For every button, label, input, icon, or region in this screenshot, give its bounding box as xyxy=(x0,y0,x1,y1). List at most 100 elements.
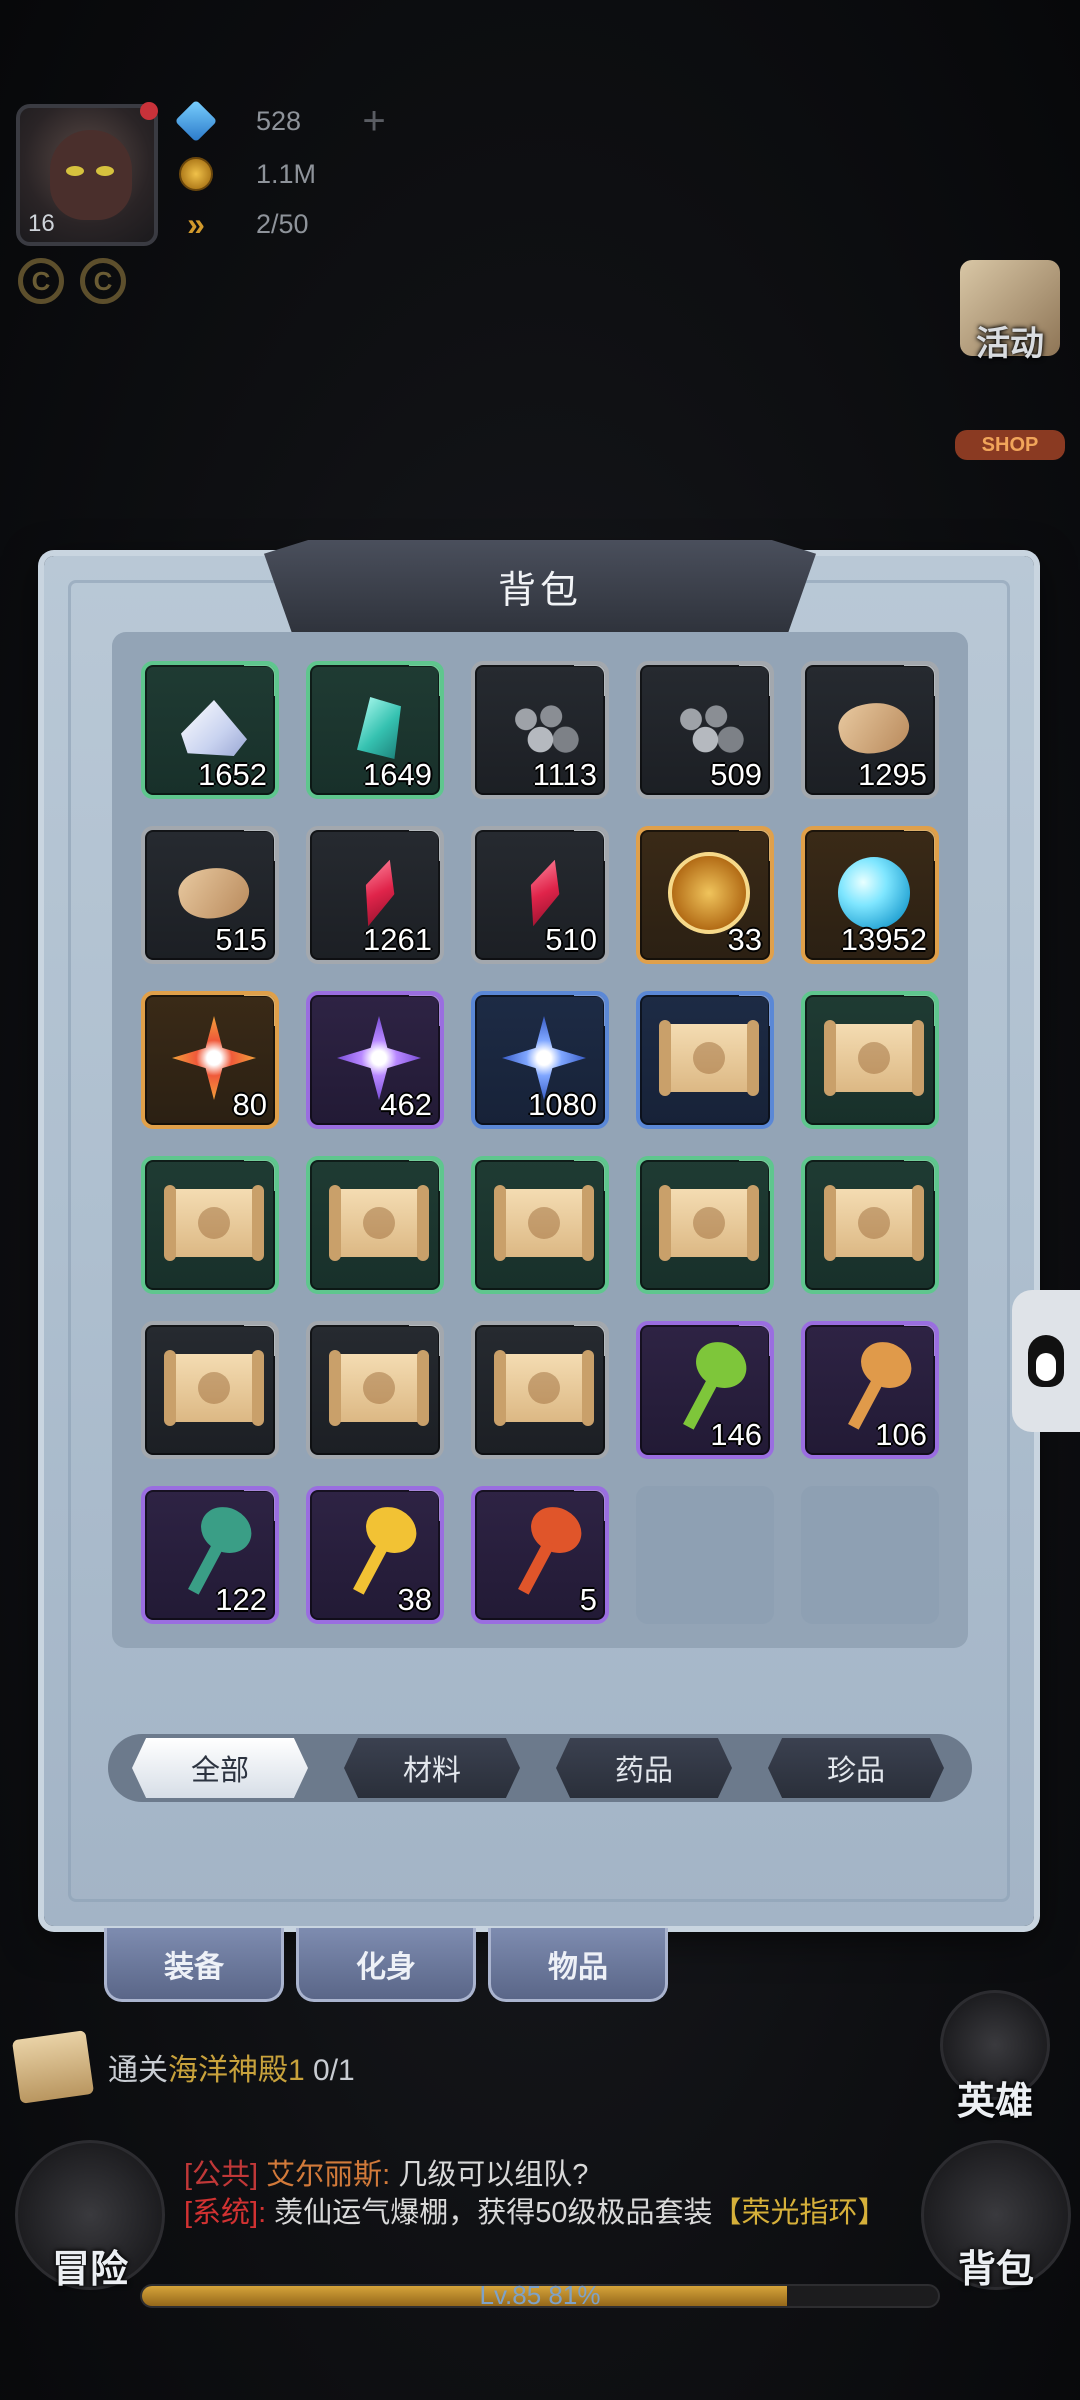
chat-channel-tag: [公共] xyxy=(184,2159,259,2191)
player-avatar[interactable]: 16 xyxy=(16,104,158,246)
chat-item-link[interactable]: 【荣光指环】 xyxy=(713,2197,887,2229)
gear-icon[interactable]: C xyxy=(18,258,64,304)
item-slot[interactable]: 122 xyxy=(141,1486,279,1624)
item-slot[interactable] xyxy=(471,1156,609,1294)
hero-label: 英雄 xyxy=(956,2081,1033,2123)
quest-progress: 0/1 xyxy=(304,2054,355,2087)
avatar-eye xyxy=(96,166,114,176)
item-slot[interactable]: 1080 xyxy=(471,991,609,1129)
gold-count: 1.1M xyxy=(256,158,317,189)
chat-box[interactable]: [公共] 艾尔丽斯: 几级可以组队? [系统]: 羡仙运气爆棚，获得50级极品套… xyxy=(184,2156,904,2232)
item-count: 13952 xyxy=(840,922,927,957)
item-slot[interactable] xyxy=(141,1321,279,1459)
tab-materials[interactable]: 材料 xyxy=(344,1738,520,1798)
player-level: 16 xyxy=(28,210,55,237)
chat-separator: : xyxy=(258,2197,267,2229)
item-count: 509 xyxy=(710,757,762,792)
quest-scroll-icon xyxy=(11,2030,95,2104)
activity-button[interactable]: 活动 xyxy=(950,260,1070,365)
item-slot[interactable]: 80 xyxy=(141,991,279,1129)
avatar-portrait xyxy=(50,130,132,220)
scroll-icon xyxy=(164,1174,264,1272)
item-slot[interactable]: 5 xyxy=(471,1486,609,1624)
bag-button[interactable]: 背包 xyxy=(916,2140,1076,2293)
quest-target: 海洋神殿1 xyxy=(168,2054,305,2087)
item-slot[interactable]: 106 xyxy=(801,1321,939,1459)
item-slot[interactable]: 1652 xyxy=(141,661,279,799)
item-slot[interactable] xyxy=(801,991,939,1129)
chat-sender: 艾尔丽斯: xyxy=(258,2159,391,2191)
item-count: 5 xyxy=(579,1582,597,1617)
tab-items[interactable]: 物品 xyxy=(488,1928,668,2002)
scroll-icon xyxy=(329,1174,429,1272)
item-count: 38 xyxy=(397,1582,432,1617)
item-slot[interactable]: 33 xyxy=(636,826,774,964)
item-slot[interactable]: 146 xyxy=(636,1321,774,1459)
chat-line: [系统]: 羡仙运气爆棚，获得50级极品套装【荣光指环】 xyxy=(184,2194,904,2232)
scroll-icon xyxy=(494,1339,594,1437)
scroll-icon xyxy=(659,1009,759,1107)
energy-resource: » 2/50 xyxy=(176,204,308,244)
gem-resource: 528 xyxy=(174,99,301,143)
bag-title: 背包 xyxy=(497,569,582,612)
tab-treasures[interactable]: 珍品 xyxy=(768,1738,944,1798)
shop-sign: SHOP xyxy=(955,430,1065,460)
bag-label: 背包 xyxy=(957,2249,1034,2291)
tab-avatar[interactable]: 化身 xyxy=(296,1928,476,2002)
item-count: 80 xyxy=(232,1087,267,1122)
bag-title-banner: 背包 xyxy=(264,540,816,632)
tab-potions[interactable]: 药品 xyxy=(556,1738,732,1798)
qq-share-button[interactable] xyxy=(1012,1290,1080,1432)
gold-resource: 1.1M xyxy=(176,154,316,194)
item-slot[interactable] xyxy=(801,1156,939,1294)
add-gems-button[interactable]: + xyxy=(356,101,392,141)
item-slot[interactable]: 38 xyxy=(306,1486,444,1624)
scroll-icon xyxy=(329,1339,429,1437)
hero-button[interactable]: 英雄 xyxy=(920,1990,1070,2125)
shop-button[interactable]: SHOP xyxy=(950,430,1070,460)
item-count: 1295 xyxy=(858,757,927,792)
coin-icon xyxy=(176,154,216,194)
scroll-icon xyxy=(494,1174,594,1272)
scroll-icon xyxy=(824,1174,924,1272)
item-slot[interactable]: 510 xyxy=(471,826,609,964)
item-count: 1080 xyxy=(528,1087,597,1122)
item-count: 33 xyxy=(727,922,762,957)
chat-message: 几级可以组队? xyxy=(390,2159,589,2191)
gear-icon[interactable]: C xyxy=(80,258,126,304)
penguin-icon xyxy=(1028,1335,1064,1387)
item-slot[interactable] xyxy=(306,1321,444,1459)
item-slot[interactable]: 1649 xyxy=(306,661,444,799)
item-slot[interactable]: 1113 xyxy=(471,661,609,799)
item-slot[interactable]: 13952 xyxy=(801,826,939,964)
empty-slot xyxy=(801,1486,939,1624)
activity-label: 活动 xyxy=(976,325,1044,363)
tab-all[interactable]: 全部 xyxy=(132,1738,308,1798)
item-slot[interactable] xyxy=(636,991,774,1129)
item-slot[interactable] xyxy=(141,1156,279,1294)
key-rd-icon xyxy=(495,1504,593,1602)
empty-slot xyxy=(636,1486,774,1624)
item-slot[interactable] xyxy=(471,1321,609,1459)
item-slot[interactable]: 1295 xyxy=(801,661,939,799)
item-slot[interactable]: 509 xyxy=(636,661,774,799)
item-slot[interactable]: 462 xyxy=(306,991,444,1129)
chat-channel-tag: [系统] xyxy=(184,2197,259,2229)
avatar-eye xyxy=(66,166,84,176)
item-slot[interactable] xyxy=(636,1156,774,1294)
notification-dot xyxy=(140,102,158,120)
adventure-button[interactable]: 冒险 xyxy=(10,2140,170,2293)
item-slot[interactable]: 1261 xyxy=(306,826,444,964)
xp-label: Lv.85 81% xyxy=(479,2280,601,2310)
item-count: 515 xyxy=(215,922,267,957)
chat-line: [公共] 艾尔丽斯: 几级可以组队? xyxy=(184,2156,904,2194)
quest-tracker[interactable]: 通关海洋神殿1 0/1 xyxy=(11,2030,355,2104)
item-count: 146 xyxy=(710,1417,762,1452)
scroll-icon xyxy=(659,1174,759,1272)
item-slot[interactable] xyxy=(306,1156,444,1294)
item-slot[interactable]: 515 xyxy=(141,826,279,964)
tab-equipment[interactable]: 装备 xyxy=(104,1928,284,2002)
item-count: 510 xyxy=(545,922,597,957)
item-count: 1652 xyxy=(198,757,267,792)
chat-message: 羡仙运气爆棚，获得50级极品套装 xyxy=(274,2197,713,2229)
